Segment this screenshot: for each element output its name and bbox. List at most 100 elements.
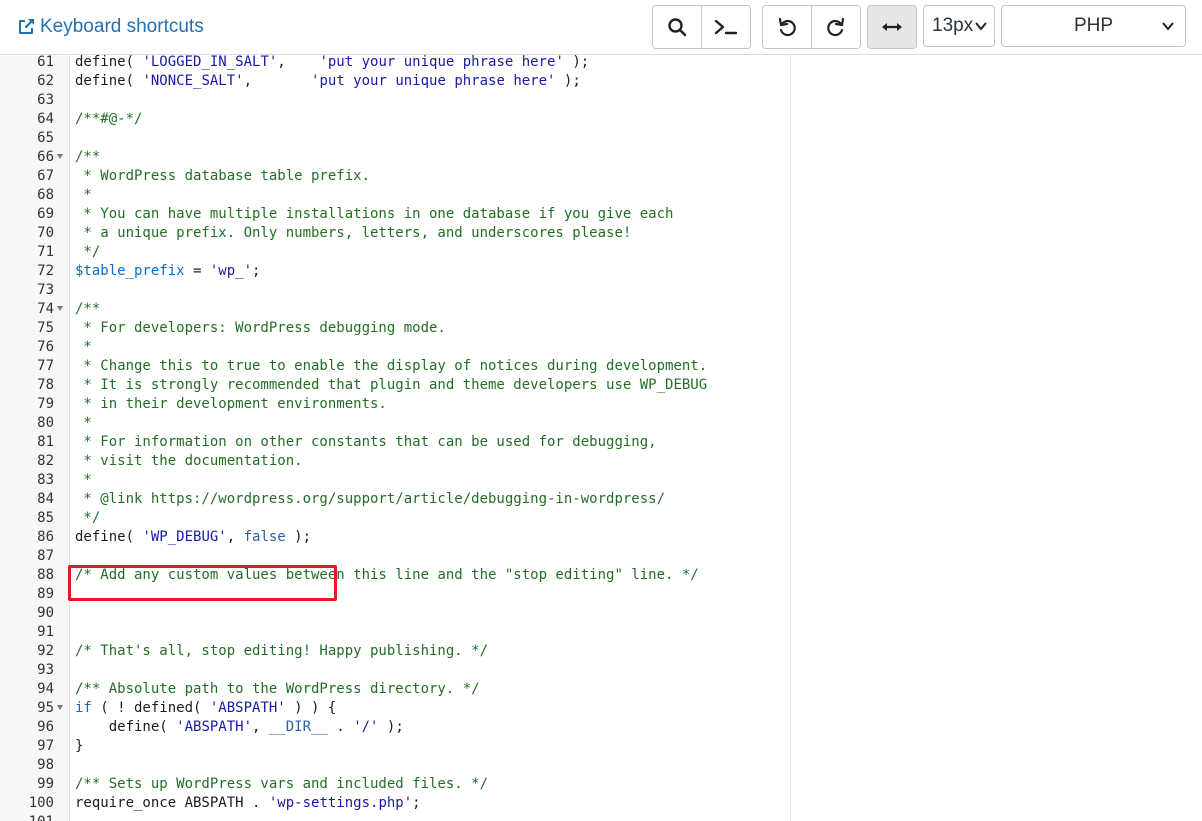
code-line[interactable]: 64 /**#@-*/	[0, 110, 790, 129]
code-line[interactable]: 97}	[0, 737, 790, 756]
code-line[interactable]: 90	[0, 604, 790, 623]
code-line[interactable]: 93	[0, 661, 790, 680]
code-text: *	[75, 186, 91, 205]
code-token-plain: );	[378, 719, 404, 735]
line-number: 76	[37, 339, 54, 355]
code-line[interactable]: 71 */	[0, 243, 790, 262]
line-number: 62	[37, 73, 54, 89]
code-token-comment: * a unique prefix. Only numbers, letters…	[75, 225, 632, 241]
code-line[interactable]: 61 define( 'LOGGED_IN_SALT', 'put your un…	[0, 55, 790, 72]
code-line[interactable]: 81 * For information on other constants …	[0, 433, 790, 452]
code-line[interactable]: 92 /* That's all, stop editing! Happy pub…	[0, 642, 790, 661]
code-token-comment: * Change this to true to enable the disp…	[75, 358, 708, 374]
code-text: /** Sets up WordPress vars and included …	[75, 775, 488, 794]
line-number: 101	[0, 813, 54, 821]
line-wrap-toggle[interactable]	[868, 6, 916, 48]
fold-toggle-icon[interactable]	[57, 705, 63, 710]
line-number: 87	[37, 548, 54, 564]
code-token-plain: );	[555, 73, 581, 89]
code-line[interactable]: 99 /** Sets up WordPress vars and include…	[0, 775, 790, 794]
code-line[interactable]: 86 define( 'WP_DEBUG', false );	[0, 528, 790, 547]
code-line[interactable]: 87	[0, 547, 790, 566]
code-token-var: $table_prefix	[75, 263, 185, 279]
code-line[interactable]: 73	[0, 281, 790, 300]
line-number: 74	[37, 301, 54, 317]
code-line[interactable]: 66 /**	[0, 148, 790, 167]
code-line[interactable]: 75 * For developers: WordPress debugging…	[0, 319, 790, 338]
code-line[interactable]: 69 * You can have multiple installations…	[0, 205, 790, 224]
code-line[interactable]: 79 * in their development environments.	[0, 395, 790, 414]
code-line[interactable]: 96 define( 'ABSPATH', __DIR__ . '/' );	[0, 718, 790, 737]
code-token-comment: * WordPress database table prefix.	[75, 168, 371, 184]
line-number: 72	[37, 263, 54, 279]
code-token-plain: );	[285, 529, 312, 545]
code-token-comment: *	[75, 339, 92, 355]
line-number: 92	[37, 643, 54, 659]
code-line[interactable]: 78 * It is strongly recommended that plu…	[0, 376, 790, 395]
line-number: 99	[37, 776, 54, 792]
terminal-button[interactable]	[701, 6, 750, 48]
fold-toggle-icon[interactable]	[57, 154, 63, 159]
code-token-plain: =	[184, 263, 210, 279]
line-number: 84	[37, 491, 54, 507]
code-text: * For information on other constants tha…	[75, 433, 656, 452]
line-number: 85	[37, 510, 54, 526]
keyboard-shortcuts-link[interactable]: Keyboard shortcuts	[16, 14, 204, 40]
code-line[interactable]: 65	[0, 129, 790, 148]
code-token-comment: *	[75, 415, 92, 431]
code-text: * It is strongly recommended that plugin…	[75, 376, 707, 395]
code-line[interactable]: 85 */	[0, 509, 790, 528]
code-line[interactable]: 63	[0, 91, 790, 110]
code-line[interactable]: 100 require_once ABSPATH . 'wp-settings.p…	[0, 794, 790, 813]
code-token-plain: );	[563, 55, 590, 70]
code-line[interactable]: 67 * WordPress database table prefix.	[0, 167, 790, 186]
code-line[interactable]: 101	[0, 813, 790, 821]
code-line[interactable]: 72 $table_prefix = 'wp_';	[0, 262, 790, 281]
code-line[interactable]: 62 define( 'NONCE_SALT', 'put your unique…	[0, 72, 790, 91]
code-line[interactable]: 80 *	[0, 414, 790, 433]
code-line[interactable]: 91	[0, 623, 790, 642]
code-line[interactable]: 94 /** Absolute path to the WordPress dir…	[0, 680, 790, 699]
code-line[interactable]: 77 * Change this to true to enable the d…	[0, 357, 790, 376]
code-line[interactable]: 98	[0, 756, 790, 775]
code-text: define( 'ABSPATH', __DIR__ . '/' );	[75, 718, 404, 737]
line-number: 79	[37, 396, 54, 412]
code-token-string: 'put your unique phrase here'	[311, 73, 556, 89]
line-number: 88	[37, 567, 54, 583]
redo-icon	[827, 17, 845, 37]
code-editor[interactable]: 61 define( 'LOGGED_IN_SALT', 'put your un…	[0, 55, 790, 821]
code-token-kw: if	[75, 700, 92, 716]
code-line[interactable]: 68 *	[0, 186, 790, 205]
chevron-down-icon	[1162, 22, 1174, 31]
code-text: if ( ! defined( 'ABSPATH' ) ) {	[75, 699, 336, 718]
fold-toggle-icon[interactable]	[57, 306, 63, 311]
wrap-group	[867, 5, 917, 49]
code-token-plain: ,	[252, 719, 269, 735]
code-text: * WordPress database table prefix.	[75, 167, 370, 186]
code-line[interactable]: 74 /**	[0, 300, 790, 319]
wp-debug-highlight-box	[68, 565, 337, 601]
code-line[interactable]: 82 * visit the documentation.	[0, 452, 790, 471]
language-value: PHP	[1073, 15, 1114, 36]
code-token-plain: ,	[226, 529, 244, 545]
font-size-select[interactable]: 13px	[923, 5, 995, 47]
language-select[interactable]: PHP	[1001, 5, 1186, 47]
line-number: 80	[37, 415, 54, 431]
line-number: 91	[37, 624, 54, 640]
code-text: require_once ABSPATH . 'wp-settings.php'…	[75, 794, 421, 813]
undo-button[interactable]	[763, 6, 811, 48]
code-text: *	[75, 471, 91, 490]
line-number: 81	[37, 434, 54, 450]
code-token-string: 'wp_'	[209, 263, 253, 279]
code-line[interactable]: 95 if ( ! defined( 'ABSPATH' ) ) {	[0, 699, 790, 718]
code-line[interactable]: 70 * a unique prefix. Only numbers, lett…	[0, 224, 790, 243]
code-token-plain: ( ! defined(	[91, 700, 210, 716]
code-line[interactable]: 84 * @link https://wordpress.org/support…	[0, 490, 790, 509]
search-button[interactable]	[653, 6, 701, 48]
code-token-string: 'ABSPATH'	[209, 700, 286, 716]
code-text: }	[75, 737, 83, 756]
redo-button[interactable]	[811, 6, 860, 48]
code-line[interactable]: 76 *	[0, 338, 790, 357]
search-icon	[668, 18, 687, 37]
code-line[interactable]: 83 *	[0, 471, 790, 490]
